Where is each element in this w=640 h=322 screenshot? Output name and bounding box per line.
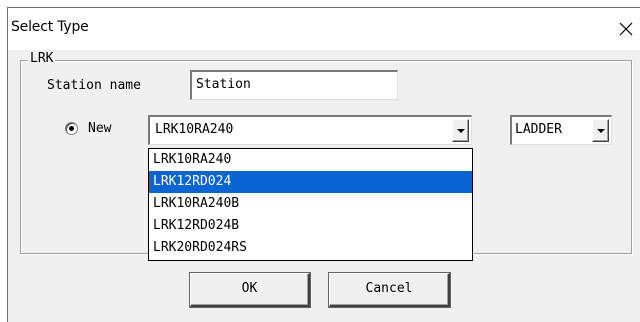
window-title: Select Type bbox=[11, 19, 89, 35]
type-combobox[interactable]: LRK10RA240 bbox=[148, 115, 472, 145]
chevron-down-icon bbox=[597, 129, 605, 133]
title-bar[interactable]: Select Type bbox=[8, 8, 640, 50]
cancel-button[interactable]: Cancel bbox=[329, 273, 450, 307]
ok-button[interactable]: OK bbox=[190, 273, 310, 307]
new-radio[interactable] bbox=[65, 122, 78, 135]
type-combobox-value: LRK10RA240 bbox=[155, 122, 234, 137]
dropdown-option[interactable]: LRK10RA240B bbox=[149, 193, 472, 215]
radio-selected-dot bbox=[69, 126, 74, 131]
dropdown-option[interactable]: LRK10RA240 bbox=[149, 149, 472, 171]
close-button[interactable] bbox=[613, 16, 639, 42]
language-combobox[interactable]: LADDER bbox=[510, 115, 612, 145]
type-dropdown-list: LRK10RA240 LRK12RD024 LRK10RA240B LRK12R… bbox=[148, 148, 473, 261]
new-radio-label[interactable]: New bbox=[88, 121, 111, 137]
type-dropdown-button[interactable] bbox=[452, 119, 469, 142]
language-dropdown-button[interactable] bbox=[592, 119, 609, 142]
dropdown-option[interactable]: LRK12RD024B bbox=[149, 215, 472, 237]
language-combobox-value: LADDER bbox=[515, 122, 562, 137]
close-icon bbox=[619, 22, 633, 36]
dropdown-option-highlighted[interactable]: LRK12RD024 bbox=[149, 171, 472, 193]
station-name-input[interactable]: Station bbox=[190, 70, 398, 100]
groupbox-title: LRK bbox=[28, 51, 56, 67]
dropdown-option[interactable]: LRK20RD024RS bbox=[149, 237, 472, 259]
station-name-label: Station name bbox=[47, 78, 141, 93]
chevron-down-icon bbox=[457, 129, 465, 133]
